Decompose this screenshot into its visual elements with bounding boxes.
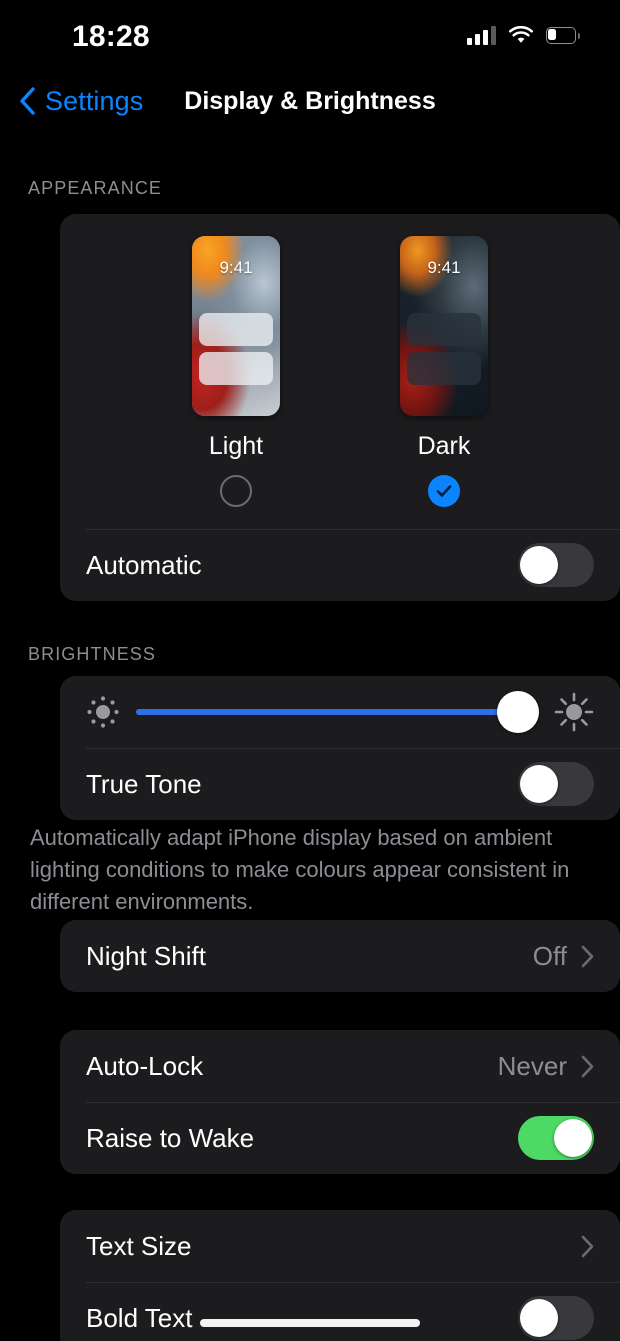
appearance-section: APPEARANCE [0, 178, 620, 199]
chevron-right-icon [581, 1055, 594, 1077]
brightness-section-header-wrap: BRIGHTNESS [0, 644, 620, 665]
brightness-slider-row[interactable] [60, 676, 620, 748]
raise-to-wake-label: Raise to Wake [86, 1122, 255, 1153]
auto-lock-value: Never [497, 1050, 567, 1081]
dark-preview-notification [407, 313, 481, 346]
home-indicator[interactable] [200, 1319, 420, 1327]
text-size-label: Text Size [86, 1230, 192, 1261]
night-shift-row[interactable]: Night Shift Off [60, 920, 620, 992]
brightness-card: True Tone [60, 676, 620, 820]
light-preview-time: 9:41 [219, 258, 253, 277]
back-button[interactable]: Settings [18, 76, 143, 126]
dark-preview-time: 9:41 [427, 258, 461, 277]
brightness-high-icon [554, 692, 594, 732]
light-preview-thumbnail: 9:41 [192, 236, 280, 416]
brightness-slider-thumb[interactable] [496, 691, 539, 733]
brightness-slider-fill [136, 709, 518, 715]
iphone-settings-screen: 18:28 Display & Brightness Settings APPE… [0, 0, 620, 1341]
night-shift-card: Night Shift Off [60, 920, 620, 992]
text-size-row[interactable]: Text Size [60, 1210, 620, 1282]
light-preview-notification [199, 313, 273, 346]
bold-text-label: Bold Text [86, 1302, 193, 1333]
dark-option-radio[interactable] [428, 475, 460, 507]
auto-lock-label: Auto-Lock [86, 1050, 204, 1081]
true-tone-toggle[interactable] [518, 762, 594, 806]
bold-text-toggle[interactable] [518, 1296, 594, 1340]
brightness-slider-track[interactable] [136, 691, 539, 733]
light-preview-notification [199, 352, 273, 385]
night-shift-label: Night Shift [86, 940, 206, 971]
appearance-section-header: APPEARANCE [28, 178, 163, 198]
status-bar: 18:28 [0, 0, 620, 64]
lock-settings-card: Auto-Lock Never Raise to Wake [60, 1030, 620, 1174]
wifi-icon [508, 26, 534, 45]
true-tone-description: Automatically adapt iPhone display based… [30, 825, 570, 914]
automatic-label: Automatic [86, 549, 202, 580]
auto-lock-row[interactable]: Auto-Lock Never [60, 1030, 620, 1102]
appearance-previews: 9:41 Light 9:41 Dark [60, 214, 620, 507]
bold-text-row[interactable]: Bold Text [60, 1282, 620, 1341]
light-option-label: Light [208, 432, 264, 460]
light-option-radio[interactable] [220, 475, 252, 507]
chevron-left-icon [20, 87, 35, 115]
dark-option-label: Dark [417, 432, 471, 460]
cellular-bars-icon [467, 26, 496, 45]
chevron-right-icon [581, 945, 594, 967]
status-bar-time: 18:28 [72, 20, 150, 53]
appearance-option-dark[interactable]: 9:41 Dark [400, 236, 488, 507]
dark-preview-thumbnail: 9:41 [400, 236, 488, 416]
chevron-right-icon [581, 1235, 594, 1257]
navigation-bar: Display & Brightness Settings [0, 76, 620, 126]
automatic-toggle[interactable] [518, 543, 594, 587]
brightness-low-icon [87, 696, 119, 728]
dark-preview-notification [407, 352, 481, 385]
automatic-row[interactable]: Automatic [60, 529, 620, 601]
appearance-card: 9:41 Light 9:41 Dark Automatic [60, 214, 620, 601]
status-bar-indicators [467, 26, 580, 45]
brightness-section-header: BRIGHTNESS [28, 644, 157, 664]
night-shift-value: Off [532, 940, 567, 971]
raise-to-wake-row[interactable]: Raise to Wake [60, 1102, 620, 1174]
true-tone-label: True Tone [86, 768, 202, 799]
appearance-option-light[interactable]: 9:41 Light [192, 236, 280, 507]
battery-icon [546, 27, 580, 45]
raise-to-wake-toggle[interactable] [518, 1116, 594, 1160]
back-button-label: Settings [45, 85, 144, 116]
checkmark-icon [436, 485, 452, 497]
